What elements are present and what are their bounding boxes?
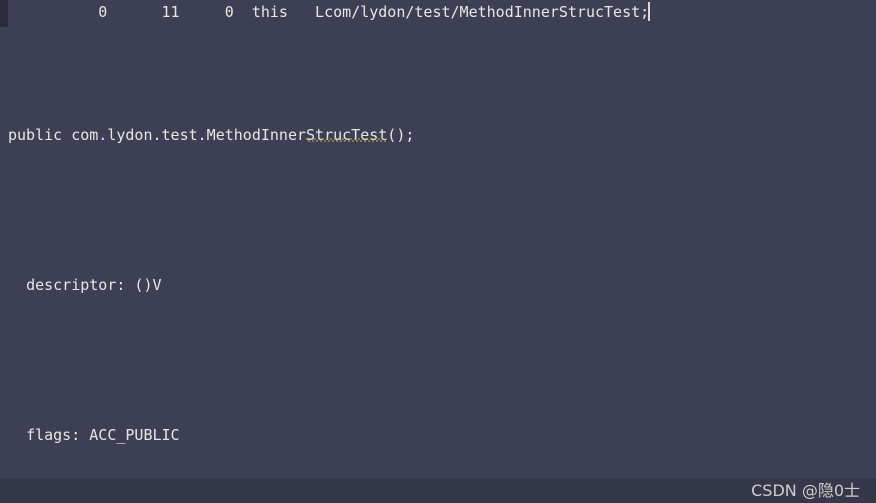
bottom-band bbox=[0, 478, 876, 503]
text-cursor bbox=[648, 2, 651, 21]
code-line[interactable]: public com.lydon.test.MethodInnerStrucTe… bbox=[0, 120, 876, 150]
code-text: flags: ACC_PUBLIC bbox=[26, 426, 180, 444]
bytecode-listing[interactable]: public com.lydon.test.MethodInnerStrucTe… bbox=[0, 0, 876, 503]
table-row-text: 0 11 0 this Lcom/lydon/test/MethodInnerS… bbox=[8, 3, 650, 21]
code-line[interactable]: descriptor: ()V bbox=[0, 270, 876, 300]
code-text: public com.lydon.test.MethodInner bbox=[8, 126, 307, 144]
code-text: descriptor: ()V bbox=[26, 276, 162, 294]
table-row[interactable]: 0 11 0 this Lcom/lydon/test/MethodInnerS… bbox=[0, 0, 876, 25]
csdn-watermark: CSDN @隐0士 bbox=[751, 481, 860, 500]
misspelled-token: StrucTest bbox=[306, 126, 388, 144]
editor-screen: public com.lydon.test.MethodInnerStrucTe… bbox=[0, 0, 876, 503]
code-text: (); bbox=[387, 126, 415, 144]
selection-caret-block bbox=[0, 0, 8, 27]
code-line[interactable]: flags: ACC_PUBLIC bbox=[0, 420, 876, 450]
